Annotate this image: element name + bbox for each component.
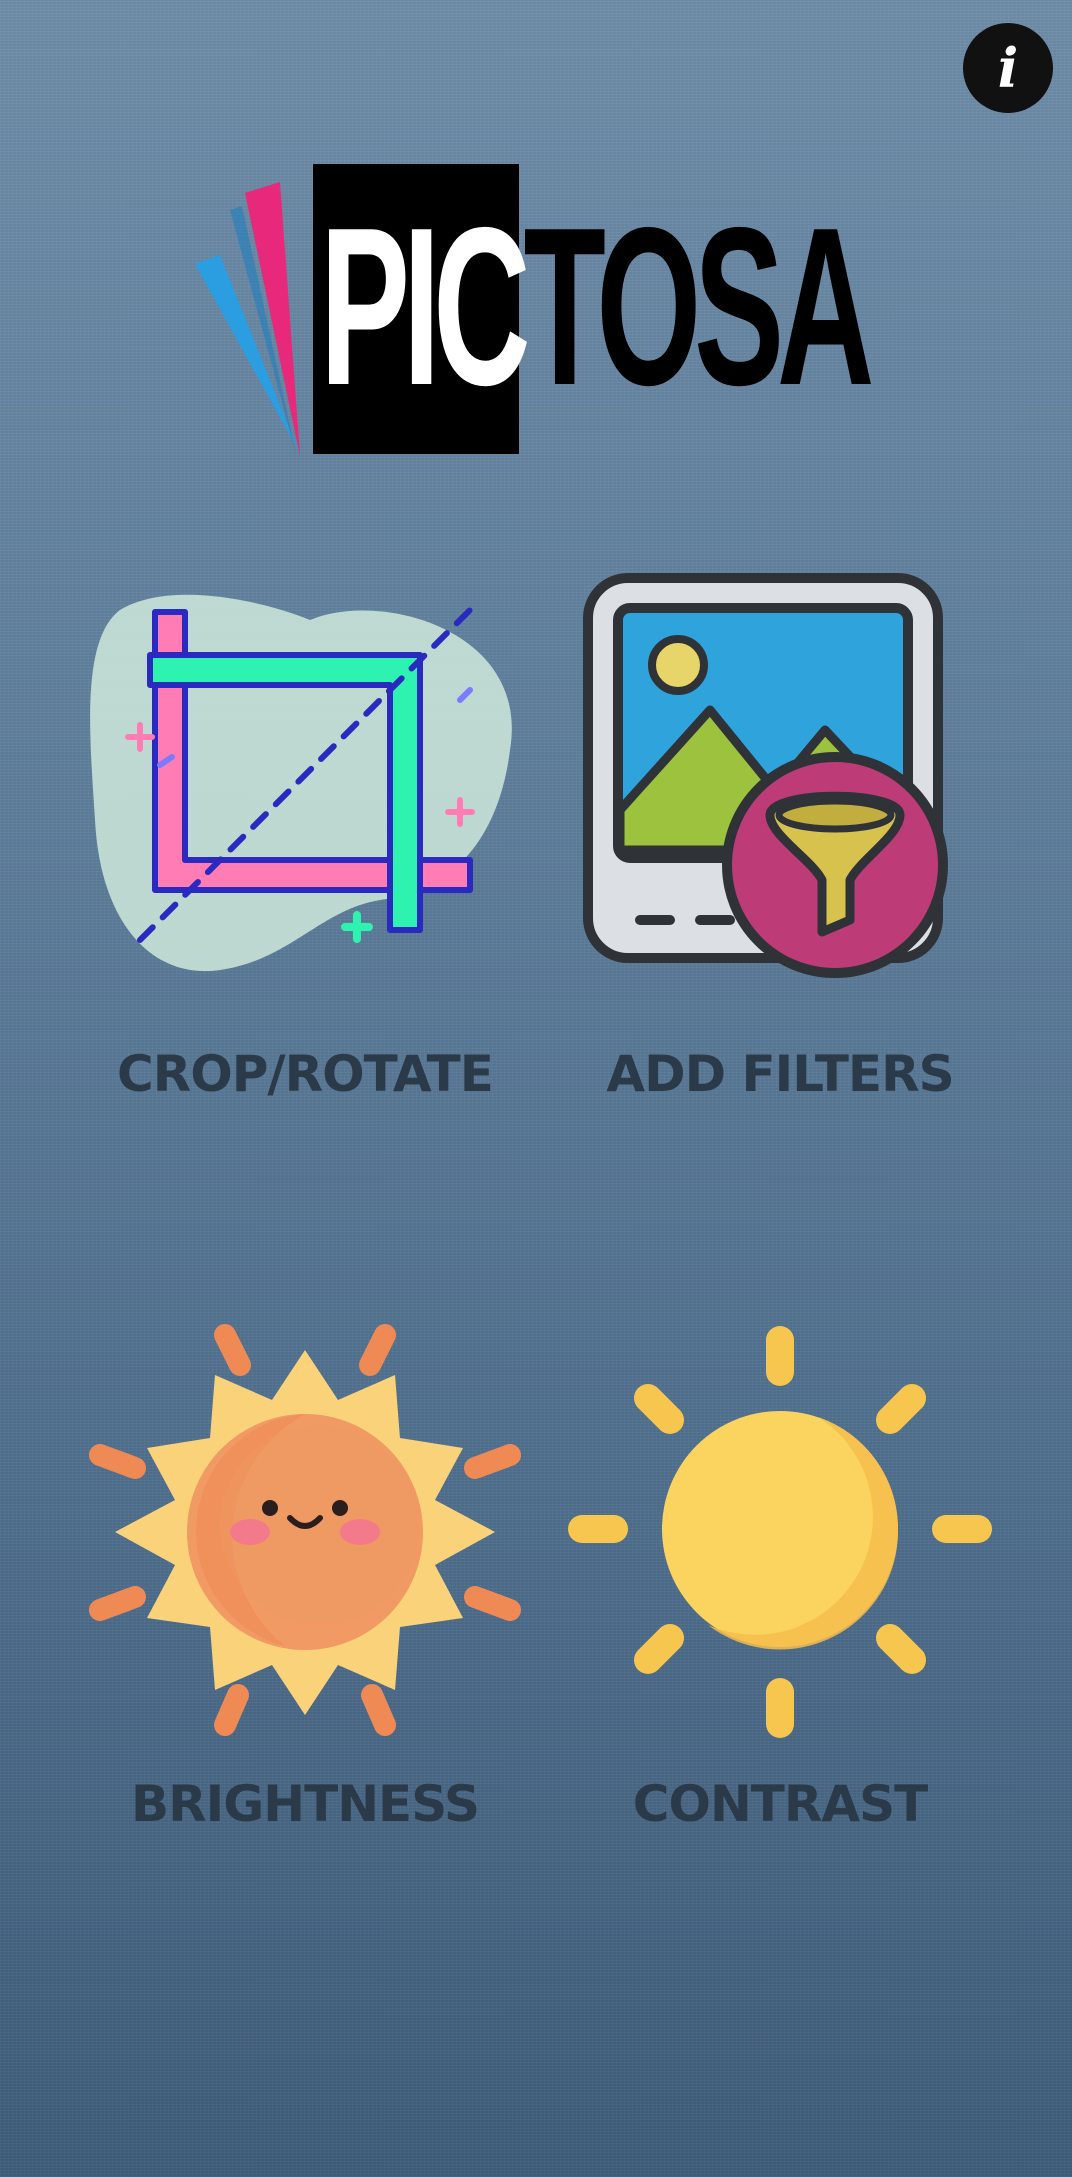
logo-text-tosa: TOSA — [523, 180, 874, 432]
brightness-label: BRIGHTNESS — [131, 1775, 480, 1833]
add-filters-label: ADD FILTERS — [606, 1045, 954, 1103]
app-logo: PICTOSA — [190, 160, 874, 460]
smiling-sun-icon — [89, 1324, 521, 1736]
info-icon: i — [997, 36, 1019, 100]
sun-icon — [568, 1326, 992, 1738]
image-filter-icon — [583, 573, 948, 978]
crop-icon — [90, 594, 512, 972]
logo-text-pic: PIC — [320, 180, 531, 432]
add-filters-button[interactable]: ADD FILTERS — [560, 560, 1000, 1120]
brightness-button[interactable]: BRIGHTNESS — [70, 1320, 540, 1860]
contrast-label: CONTRAST — [632, 1775, 928, 1833]
crop-rotate-label: CROP/ROTATE — [117, 1045, 494, 1103]
info-button[interactable]: i — [963, 23, 1053, 113]
crop-rotate-button[interactable]: CROP/ROTATE — [60, 560, 550, 1120]
contrast-button[interactable]: CONTRAST — [560, 1320, 1000, 1860]
logo-wordmark: PICTOSA — [320, 194, 874, 419]
